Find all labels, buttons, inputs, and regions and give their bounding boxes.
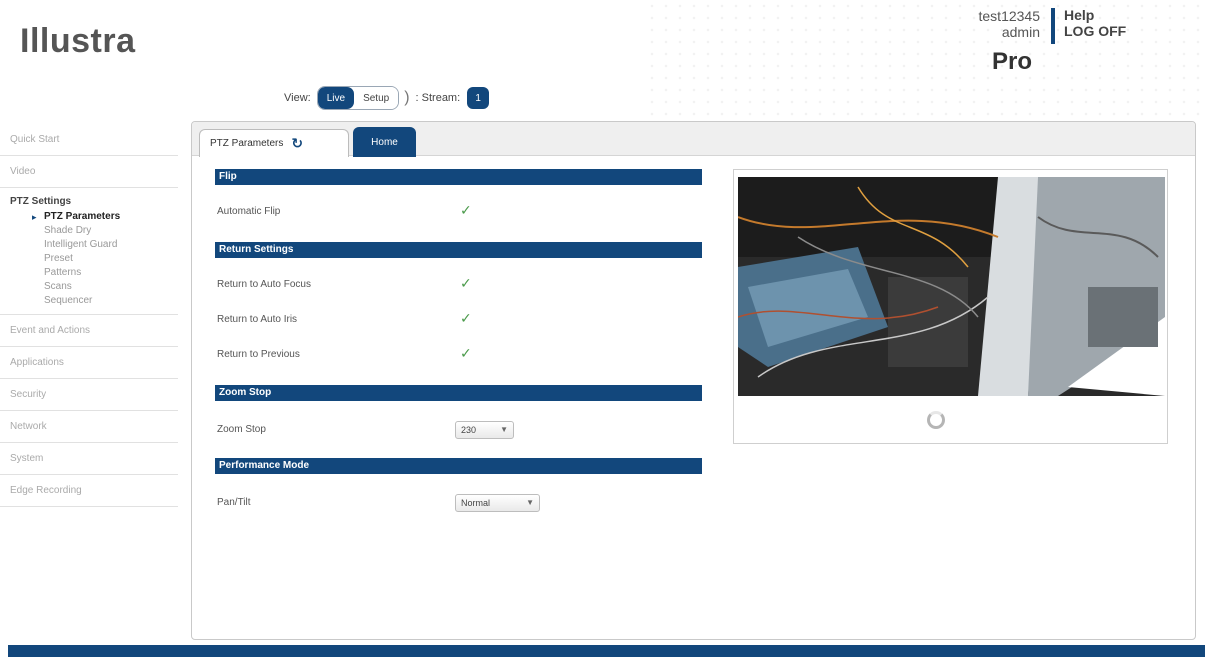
sidebar-item-system[interactable]: System (0, 443, 178, 475)
user-divider (1051, 8, 1055, 44)
sidebar-group-ptz: PTZ Settings PTZ Parameters Shade Dry In… (0, 188, 178, 315)
loading-spinner-icon (927, 411, 945, 429)
section-header-flip: Flip (215, 169, 702, 185)
sidebar-item-quick-start[interactable]: Quick Start (0, 124, 178, 156)
tab-home[interactable]: Home (353, 127, 416, 157)
brand-logo: Illustra (20, 22, 136, 60)
sidebar-item-network[interactable]: Network (0, 411, 178, 443)
video-preview-frame (733, 169, 1168, 444)
stream-selector-button[interactable]: 1 (467, 87, 490, 109)
sidebar-item-edge-recording[interactable]: Edge Recording (0, 475, 178, 507)
user-role: admin (1001, 24, 1040, 40)
pan-tilt-value: Normal (461, 498, 491, 508)
tab-ptz-parameters[interactable]: PTZ Parameters ↻ (199, 129, 349, 157)
setup-view-button[interactable]: Setup (354, 87, 399, 109)
header-links: Help LOG OFF (1064, 7, 1126, 39)
check-icon[interactable]: ✓ (460, 345, 472, 362)
view-label: View: (284, 92, 311, 104)
automatic-flip-label: Automatic Flip (217, 206, 281, 217)
sidebar-item-scans[interactable]: Scans (10, 280, 178, 294)
zoom-stop-select[interactable]: 230 ▼ (455, 421, 514, 439)
stream-label: : Stream: (415, 92, 461, 104)
chevron-down-icon: ▼ (526, 498, 534, 507)
sidebar: Quick Start Video PTZ Settings PTZ Param… (0, 124, 180, 507)
footer-bar (8, 645, 1205, 657)
check-icon[interactable]: ✓ (460, 310, 472, 327)
pan-tilt-select[interactable]: Normal ▼ (455, 494, 540, 512)
view-toggle: Live Setup (316, 86, 400, 110)
sidebar-item-intelligent-guard[interactable]: Intelligent Guard (10, 238, 178, 252)
username: test12345 (978, 8, 1041, 24)
sidebar-item-ptz-settings[interactable]: PTZ Settings (10, 196, 178, 210)
sidebar-item-event-actions[interactable]: Event and Actions (0, 315, 178, 347)
sidebar-item-security[interactable]: Security (0, 379, 178, 411)
logoff-link[interactable]: LOG OFF (1064, 23, 1126, 39)
return-auto-iris-label: Return to Auto Iris (217, 314, 298, 325)
main-panel: PTZ Parameters ↻ Home Flip Automatic Fli… (191, 121, 1196, 640)
sidebar-item-sequencer[interactable]: Sequencer (10, 294, 178, 308)
return-auto-focus-label: Return to Auto Focus (217, 279, 311, 290)
sidebar-item-video[interactable]: Video (0, 156, 178, 188)
live-view-button[interactable]: Live (317, 87, 355, 109)
zoom-stop-label: Zoom Stop (217, 424, 266, 435)
live-video-feed[interactable] (738, 177, 1165, 396)
paren-separator: ) (404, 89, 410, 106)
sidebar-item-preset[interactable]: Preset (10, 252, 178, 266)
video-image (738, 177, 1165, 396)
sidebar-item-patterns[interactable]: Patterns (10, 266, 178, 280)
sidebar-item-applications[interactable]: Applications (0, 347, 178, 379)
header: Illustra test12345 admin Help LOG OFF Pr… (0, 0, 1205, 120)
section-header-zoom-stop: Zoom Stop (215, 385, 702, 401)
zoom-stop-value: 230 (461, 425, 477, 435)
chevron-down-icon: ▼ (500, 425, 508, 434)
view-toolbar: View: Live Setup ) : Stream: 1 (284, 86, 490, 110)
tab-strip: PTZ Parameters ↻ Home (192, 122, 1195, 157)
edition-label: Pro (992, 48, 1033, 75)
help-link[interactable]: Help (1064, 7, 1126, 23)
section-header-performance-mode: Performance Mode (215, 458, 702, 474)
return-previous-label: Return to Previous (217, 349, 300, 360)
sidebar-item-shade-dry[interactable]: Shade Dry (10, 224, 178, 238)
pan-tilt-label: Pan/Tilt (217, 497, 251, 508)
user-info: test12345 admin (960, 8, 1041, 40)
tab-label: PTZ Parameters (210, 138, 284, 149)
check-icon[interactable]: ✓ (460, 275, 472, 292)
refresh-icon[interactable]: ↻ (291, 135, 303, 152)
sidebar-item-ptz-parameters[interactable]: PTZ Parameters (10, 210, 178, 224)
section-header-return-settings: Return Settings (215, 242, 702, 258)
check-icon[interactable]: ✓ (460, 202, 472, 219)
